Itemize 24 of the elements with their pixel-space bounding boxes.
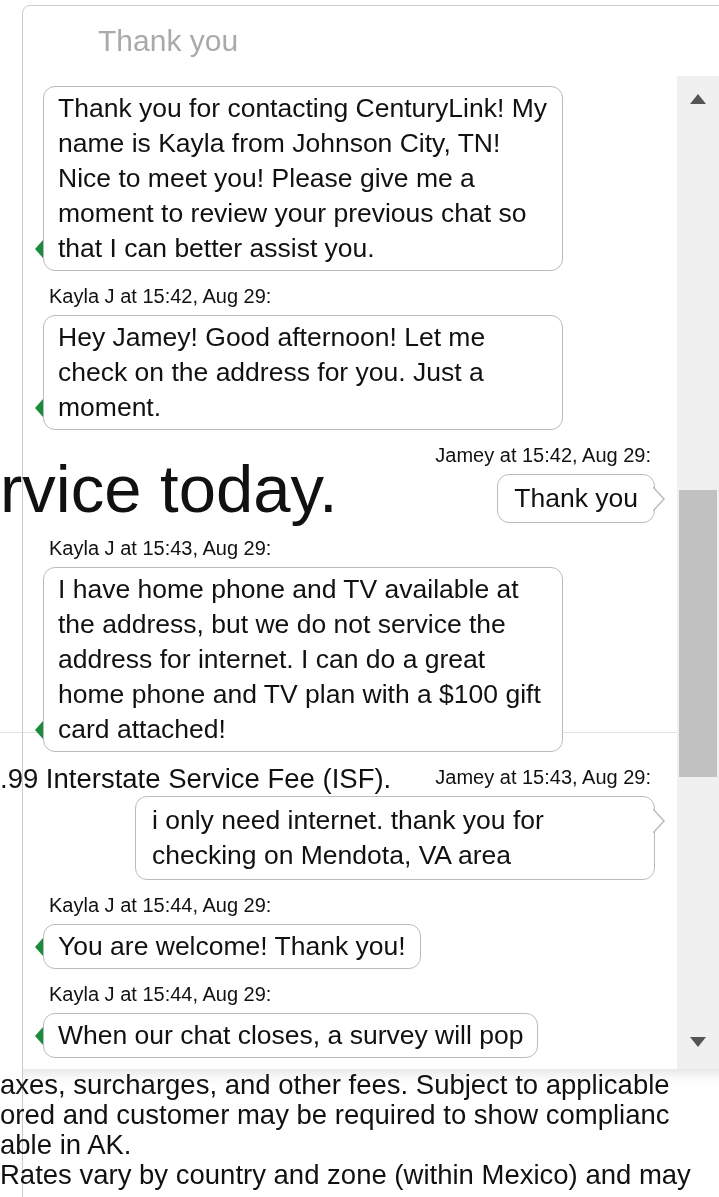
background-text: Rates vary by country and zone (within Mexico) and may — [0, 1160, 691, 1191]
scrollbar-thumb[interactable] — [679, 490, 717, 777]
agent-pointer-icon — [35, 240, 43, 258]
background-text: able in AK. — [0, 1130, 132, 1161]
message-timestamp: Kayla J at 15:43, Aug 29: — [49, 537, 272, 559]
background-text: .99 Interstate Service Fee (ISF). — [0, 764, 392, 795]
background-text: ored and customer may be required to show complianc — [0, 1100, 670, 1131]
chat-header-text: Thank you — [97, 23, 240, 59]
message-timestamp: Jamey at 15:43, Aug 29: — [435, 766, 651, 788]
message-timestamp: Kayla J at 15:44, Aug 29: — [49, 894, 272, 916]
agent-pointer-icon — [35, 721, 43, 739]
message-timestamp: Kayla J at 15:42, Aug 29: — [49, 285, 272, 307]
bubble-pointer-icon — [653, 809, 665, 833]
message-timestamp: Jamey at 15:42, Aug 29: — [435, 444, 651, 466]
scroll-down-icon[interactable] — [690, 1037, 706, 1047]
background-text: axes, surcharges, and other fees. Subject to applicable — [0, 1070, 670, 1101]
agent-pointer-icon — [35, 938, 43, 956]
scroll-up-icon[interactable] — [690, 94, 706, 104]
scrollbar[interactable] — [677, 76, 719, 1069]
agent-pointer-icon — [35, 399, 43, 417]
bubble-pointer-icon — [653, 487, 665, 511]
agent-pointer-icon — [35, 1027, 43, 1045]
message-timestamp: Kayla J at 15:44, Aug 29: — [49, 983, 272, 1005]
background-heading: rvice today. — [0, 452, 338, 526]
